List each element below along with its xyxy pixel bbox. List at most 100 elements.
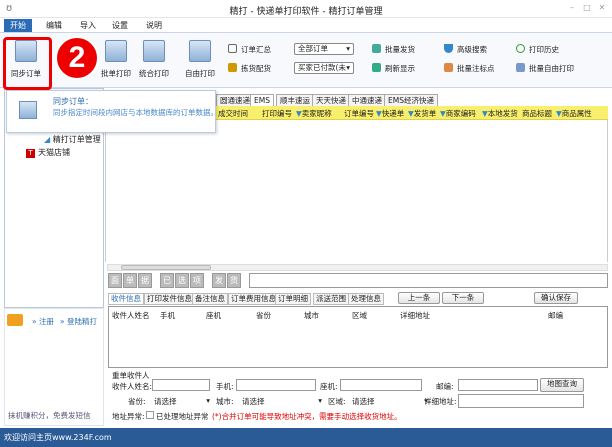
warning-text: (*)合并订单可能导致地址冲突，需要手动选择收货地址。 [212,412,402,421]
combined-print-button[interactable]: 统合打印 [134,38,174,84]
tooltip-text: 同步指定时间段内网店与本地数据库的订单数据。 [53,108,218,117]
col-deal-time[interactable]: 成交时间 [218,108,248,119]
grid-button[interactable]: 货 [227,273,241,288]
carrier-tab-ems-economy[interactable]: EMS经济快递 [384,94,438,106]
receiver-name-input[interactable] [152,379,210,391]
col-attr[interactable]: ▼商品属性 [556,108,592,119]
orders-grid[interactable] [105,120,608,262]
minimize-icon[interactable]: – [566,3,578,13]
status-bar: 欢迎访问主页www.234F.com [0,428,612,447]
filter-icon [444,44,453,53]
payment-filter-select[interactable]: 买家已付款(未 [294,62,354,74]
grid-button[interactable]: 项 [190,273,204,288]
carrier-tab-ems[interactable]: EMS [250,94,274,106]
grid-button[interactable]: 面 [108,273,122,288]
batch-mark-button[interactable]: 批量注标点 [444,63,495,75]
col-receiver-name: 收件人姓名 [112,311,150,320]
mobile-label: 手机: [216,382,234,391]
zip-label: 邮编: [436,382,454,391]
menu-import[interactable]: 导入 [74,19,102,32]
col-express[interactable]: ▼快递单 [376,108,404,119]
tree-item-tmall-store[interactable]: T 天猫店铺 [26,147,70,158]
menu-help[interactable]: 说明 [140,19,168,32]
confirm-save-button[interactable]: 确认保存 [534,292,578,304]
picking-button[interactable]: 拣货配货 [228,63,271,75]
tree-item-order-management[interactable]: ◢ 精打订单管理 [44,134,101,145]
register-link[interactable]: » 注册 [32,316,54,327]
highlight-box [3,37,52,90]
province-label: 省份: [128,397,146,406]
phone-input[interactable] [340,379,422,391]
grid-text-field[interactable] [249,273,608,288]
order-filter-select[interactable]: 全部订单 [294,43,354,55]
prev-button[interactable]: 上一条 [398,292,440,304]
next-button[interactable]: 下一条 [442,292,484,304]
mobile-input[interactable] [236,379,316,391]
col-province: 省份 [256,311,271,320]
col-sku[interactable]: ▼商家编码 [440,108,476,119]
district-select[interactable]: 请选择 ▾ [352,396,428,407]
handled-label: 已处理地址异常 [156,412,209,421]
tooltip: 同步订单： 同步指定时间段内网店与本地数据库的订单数据。 [6,90,218,133]
carrier-tab-sf[interactable]: 顺丰速运 [276,94,314,106]
grid-button[interactable]: 发 [212,273,226,288]
bill-print-button[interactable]: 批单打印 [96,38,136,84]
carrier-tab-tt[interactable]: 天天快递 [312,94,350,106]
col-city: 城市 [304,311,319,320]
tab-fee-info[interactable]: 订单费用信息 [228,293,279,305]
menu-start[interactable]: 开始 [4,19,32,32]
handled-checkbox[interactable] [146,411,154,419]
grid-button[interactable]: 单 [123,273,137,288]
refresh-icon [372,63,381,72]
tab-sender-info[interactable]: 打印发件信息 [144,293,195,305]
zip-input[interactable] [458,379,538,391]
menu-edit[interactable]: 编辑 [40,19,68,32]
clipboard-icon [228,44,237,53]
tab-process-info[interactable]: 处理信息 [348,293,384,305]
order-summary-button[interactable]: 订单汇总 [228,44,271,56]
tab-remark-info[interactable]: 备注信息 [192,293,228,305]
carrier-tab-yto[interactable]: 圆通速递 [216,94,254,106]
status-text[interactable]: 欢迎访问主页www.234F.com [4,433,112,442]
col-zip: 邮编 [548,311,563,320]
promo-link[interactable]: 抹机赚积分，免费发短信 [8,410,91,421]
map-query-button[interactable]: 地图查询 [540,378,584,392]
truck-printer-icon [143,40,165,62]
tab-delivery-range[interactable]: 派送范围 [313,293,349,305]
close-icon[interactable]: ✕ [596,3,608,13]
grid-button[interactable]: 选 [175,273,189,288]
window-title: 精打 - 快递单打印软件 - 精打订单管理 [229,7,383,17]
carrier-tab-zto[interactable]: 中通速递 [348,94,386,106]
scrollbar-thumb[interactable] [121,265,211,270]
address-input[interactable] [458,394,584,408]
tab-receiver-info[interactable]: 收件信息 [108,293,144,305]
city-label: 城市: [216,397,234,406]
login-link[interactable]: » 登陆精打 [60,316,97,327]
menu-settings[interactable]: 设置 [106,19,134,32]
grid-button[interactable]: 据 [138,273,152,288]
print-history-button[interactable]: 打印历史 [516,44,559,56]
grid-button[interactable]: 已 [160,273,174,288]
free-print-button[interactable]: 自由打印 [180,38,220,84]
province-select[interactable]: 请选择 ▾ [154,396,210,407]
col-address: 详细地址 [400,311,430,320]
batch-free-print-button[interactable]: 批量自由打印 [516,63,574,75]
edit-icon [516,63,525,72]
col-invoice[interactable]: ▼发货单 [408,108,436,119]
col-buyer[interactable]: ▼卖家昵称 [296,108,332,119]
tab-order-detail[interactable]: 订单明细 [275,293,311,305]
col-print-no[interactable]: 打印编号 [262,108,292,119]
maximize-icon[interactable]: □ [581,3,593,13]
col-local-ship[interactable]: ▼本地发货 [482,108,518,119]
city-select[interactable]: 请选择 ▾ [242,396,322,407]
col-title[interactable]: 商品标题 [522,108,552,119]
refresh-button[interactable]: 刷新显示 [372,63,415,75]
sync-icon [19,101,37,119]
phone-label: 座机: [320,382,338,391]
name-label: 收件人姓名: [112,382,153,391]
batch-ship-button[interactable]: 批量发货 [372,44,415,56]
col-order-no[interactable]: 订单编号 [344,108,374,119]
printer-icon [105,40,127,62]
advanced-search-button[interactable]: 高级搜索 [444,44,487,56]
address-label: 详细地址: [424,397,457,406]
